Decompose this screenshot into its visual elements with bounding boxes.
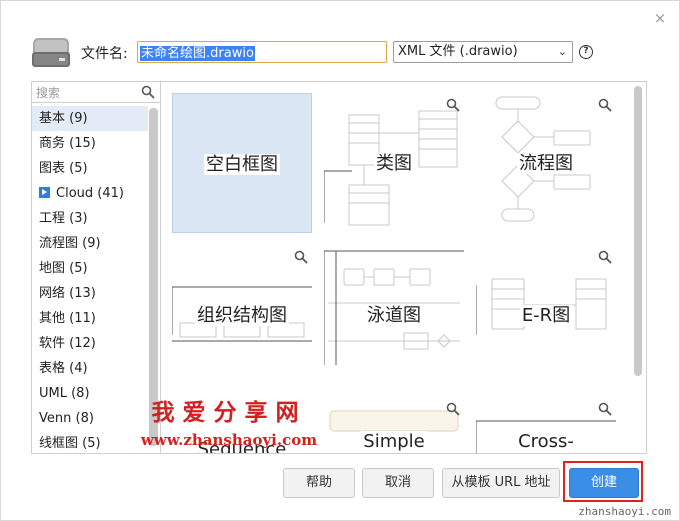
category-item-network[interactable]: 网络 (13)	[32, 281, 148, 306]
template-label: 流程图	[517, 153, 575, 174]
zoom-icon[interactable]	[294, 249, 308, 264]
template-label: E-R图	[519, 305, 573, 326]
search-input[interactable]	[32, 83, 136, 103]
template-label: 类图	[374, 153, 414, 174]
template-blank[interactable]: 空白框图	[172, 93, 312, 233]
category-item-other[interactable]: 其他 (11)	[32, 306, 148, 331]
watermark-url: www.zhanshaoyi.com	[140, 431, 318, 449]
category-item-venn[interactable]: Venn (8)	[32, 406, 148, 431]
category-item-charts[interactable]: 图表 (5)	[32, 156, 148, 181]
template-label: 组织结构图	[195, 305, 289, 326]
category-item-flowchart[interactable]: 流程图 (9)	[32, 231, 148, 256]
search-icon[interactable]	[141, 85, 155, 99]
format-value: XML 文件 (.drawio)	[398, 44, 518, 59]
close-icon[interactable]: ×	[653, 11, 667, 26]
category-item-business[interactable]: 商务 (15)	[32, 131, 148, 156]
zoom-icon[interactable]	[598, 249, 612, 264]
zoom-icon[interactable]	[598, 97, 612, 112]
category-item-cloud[interactable]: Cloud (41)	[32, 181, 148, 206]
help-button[interactable]: 帮助	[283, 468, 355, 498]
category-item-cloud-label: Cloud (41)	[56, 186, 124, 201]
category-item-software[interactable]: 软件 (12)	[32, 331, 148, 356]
chevron-down-icon: ⌄	[557, 45, 567, 58]
category-item-engineering[interactable]: 工程 (3)	[32, 206, 148, 231]
template-swimlane[interactable]: 泳道图	[324, 245, 464, 385]
template-label: Cross-	[516, 431, 576, 452]
from-template-url-button[interactable]: 从模板 URL 地址	[442, 468, 560, 498]
zoom-icon[interactable]	[446, 97, 460, 112]
filename-label: 文件名:	[81, 46, 128, 62]
filename-input[interactable]: 未命名绘图.drawio	[137, 41, 387, 63]
template-scrollbar[interactable]	[634, 84, 642, 450]
search-box	[32, 82, 160, 103]
highlight-frame	[563, 461, 643, 502]
watermark-text: 我爱分享网	[151, 399, 307, 426]
new-diagram-dialog: × 文件名: 未命名绘图.drawio XML 文件 (.drawio) ⌄ ?…	[0, 0, 680, 521]
template-simple[interactable]: Simple	[324, 397, 464, 453]
category-item-tables[interactable]: 表格 (4)	[32, 356, 148, 381]
template-er-diagram[interactable]: E-R图	[476, 245, 616, 385]
category-item-wireframes[interactable]: 线框图 (5)	[32, 431, 148, 453]
template-org-chart[interactable]: 组织结构图	[172, 245, 312, 385]
watermark: 我爱分享网 www.zhanshaoyi.com	[139, 393, 319, 449]
template-label: Simple	[361, 431, 427, 452]
zoom-icon[interactable]	[598, 401, 612, 416]
cloud-icon	[39, 187, 50, 198]
template-flowchart[interactable]: 流程图	[476, 93, 616, 233]
filename-value: 未命名绘图.drawio	[140, 46, 255, 61]
zoom-icon[interactable]	[446, 401, 460, 416]
category-item-maps[interactable]: 地图 (5)	[32, 256, 148, 281]
category-list: 基本 (9) 商务 (15) 图表 (5) Cloud (41) 工程 (3) …	[32, 106, 148, 453]
drive-icon	[32, 38, 70, 67]
template-label: 泳道图	[365, 305, 423, 326]
help-icon[interactable]: ?	[579, 45, 593, 59]
category-item-uml[interactable]: UML (8)	[32, 381, 148, 406]
format-select[interactable]: XML 文件 (.drawio) ⌄	[393, 41, 573, 63]
template-label: 空白框图	[204, 154, 280, 175]
category-item-basic[interactable]: 基本 (9)	[32, 106, 148, 131]
footer-url: zhanshaoyi.com	[578, 505, 671, 518]
template-cross-functional[interactable]: Cross-	[476, 397, 616, 453]
cancel-button[interactable]: 取消	[362, 468, 434, 498]
template-class-diagram[interactable]: 类图	[324, 93, 464, 233]
